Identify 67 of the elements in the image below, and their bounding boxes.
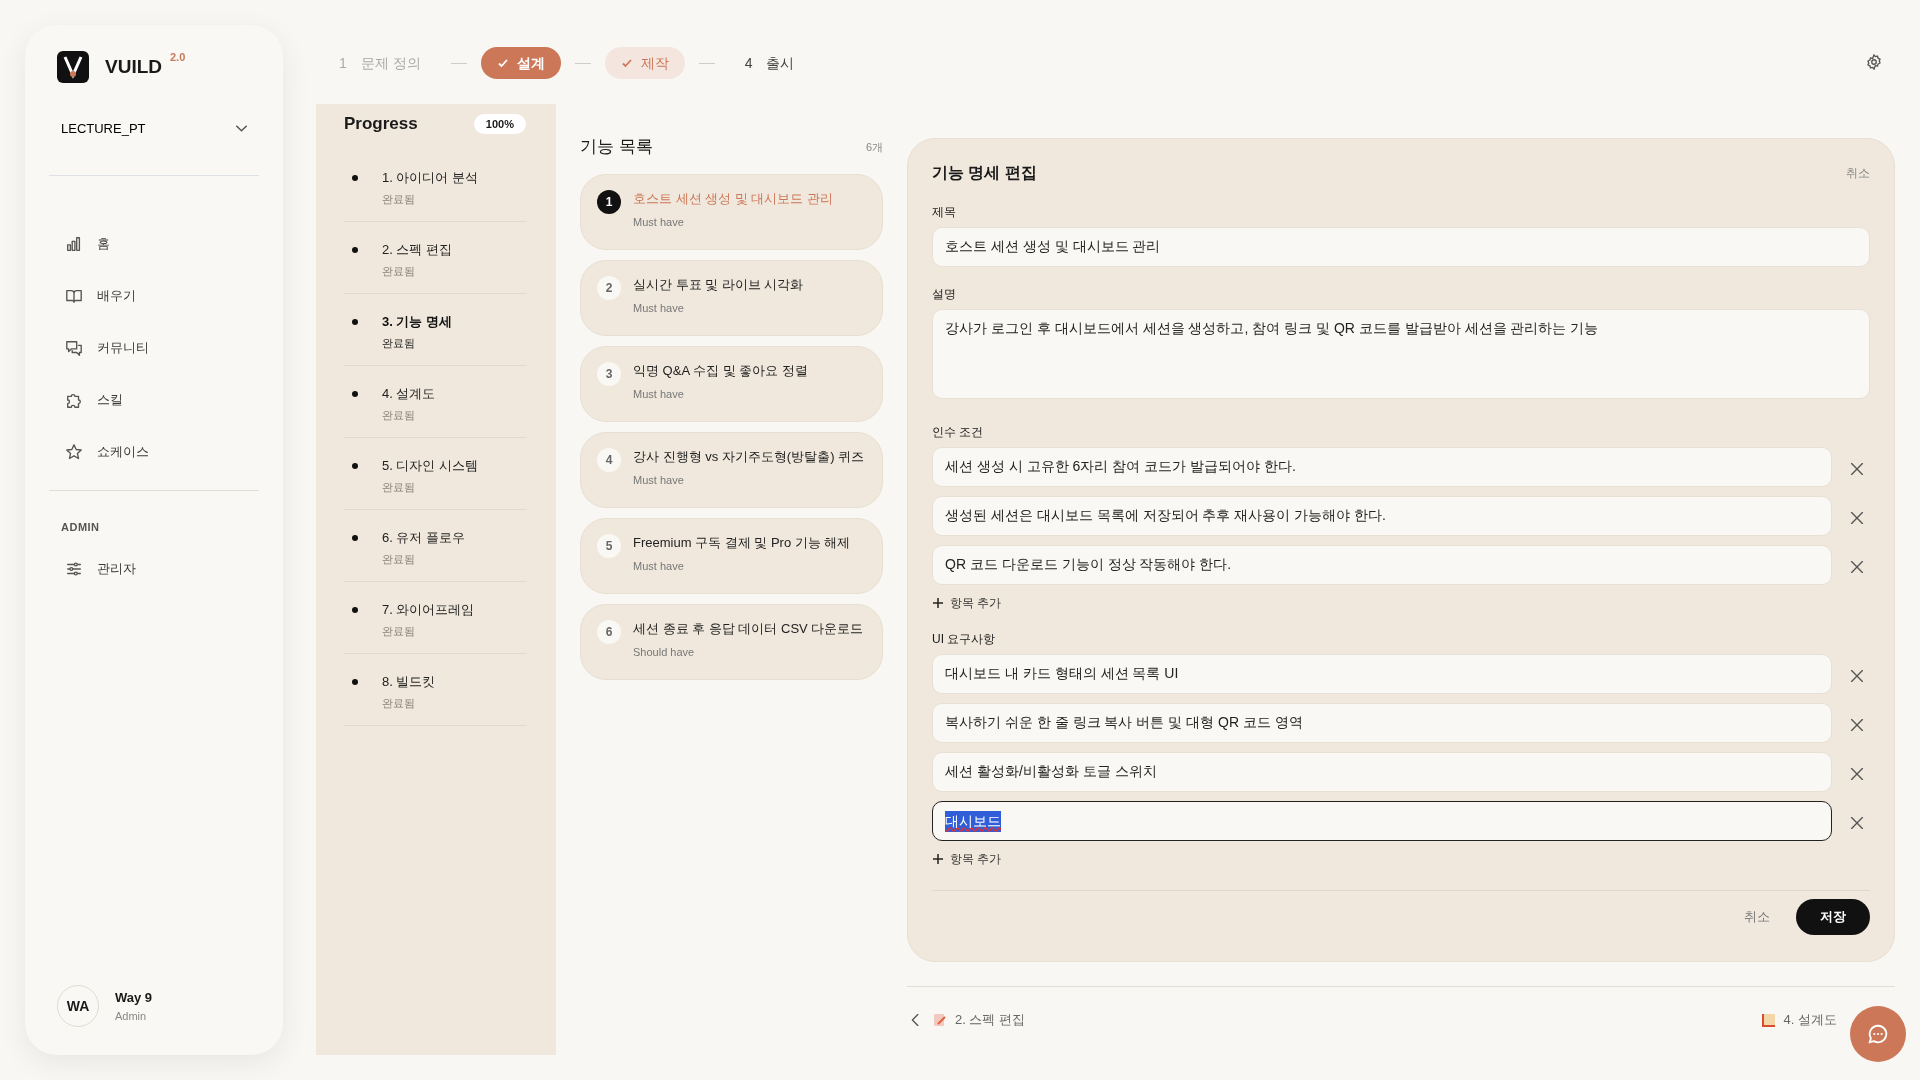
list-item-field[interactable]: 대시보드 내 카드 형태의 세션 목록 UI [932, 654, 1832, 694]
progress-step[interactable]: 1. 아이디어 분석 완료됨 [344, 150, 526, 222]
list-item-field[interactable]: 세션 활성화/비활성화 토글 스위치 [932, 752, 1832, 792]
check-icon [620, 57, 633, 69]
brand-name: VUILD [105, 54, 162, 79]
editor-title: 기능 명세 편집 [932, 163, 1037, 183]
feature-card[interactable]: 4 강사 진행형 vs 자기주도형(방탈출) 퀴즈 Must have [580, 431, 883, 508]
feature-card[interactable]: 1 호스트 세션 생성 및 대시보드 관리 Must have [580, 173, 883, 250]
list-item-field[interactable]: 세션 생성 시 고유한 6자리 참여 코드가 발급되어야 한다. [932, 447, 1832, 487]
field-label: UI 요구사항 [932, 631, 997, 648]
settings-icon [1865, 53, 1883, 72]
next-link[interactable]: 4. 설계도 [1761, 1009, 1837, 1030]
list-item-field[interactable]: 복사하기 쉬운 한 줄 링크 복사 버튼 및 대형 QR 코드 영역 [932, 703, 1832, 743]
chat-button[interactable] [1850, 1006, 1906, 1062]
field-label: 제목 [932, 204, 957, 221]
blueprint-icon [1761, 1012, 1776, 1027]
nav-item[interactable]: 쇼케이스 [49, 425, 259, 478]
progress-step[interactable]: 5. 디자인 시스템 완료됨 [344, 438, 526, 510]
description-field[interactable]: 강사가 로그인 후 대시보드에서 세션을 생성하고, 참여 링크 및 QR 코드를 발급받아 세션을 관리하는 기능 [932, 309, 1870, 399]
section-title: 기능 목록 [580, 136, 653, 158]
title-field[interactable]: 호스트 세션 생성 및 대시보드 관리 [932, 227, 1870, 267]
step-tab[interactable]: 4 출시 [728, 47, 811, 79]
list-item-field[interactable]: 생성된 세션은 대시보드 목록에 저장되어 추후 재사용이 가능해야 한다. [932, 496, 1832, 536]
list-item-field[interactable]: QR 코드 다운로드 기능이 정상 작동해야 한다. [932, 545, 1832, 585]
feature-card[interactable]: 6 세션 종료 후 응답 데이터 CSV 다운로드 Should have [580, 603, 883, 680]
user-name: Way 9 [115, 989, 153, 1007]
panel-title: Progress [344, 113, 418, 136]
nav-item[interactable]: 스킬 [49, 373, 259, 426]
save-button[interactable]: 저장 [1796, 899, 1870, 935]
check-icon [496, 57, 509, 69]
nav-item[interactable]: 홈 [49, 217, 259, 270]
percent-badge: 100% [473, 113, 526, 135]
previous-link[interactable]: 2. 스펙 편집 [907, 1009, 1026, 1030]
progress-step[interactable]: 6. 유저 플로우 완료됨 [344, 510, 526, 582]
chat-bubbles-icon [65, 338, 83, 357]
plus-icon [932, 853, 944, 865]
list-item-field[interactable]: 대시보드 [932, 801, 1832, 841]
cancel-button[interactable]: 취소 [1738, 906, 1776, 928]
star-icon [65, 442, 83, 461]
bar-chart-icon [65, 234, 83, 253]
progress-step[interactable]: 3. 기능 명세 완료됨 [344, 294, 526, 366]
progress-step[interactable]: 7. 와이어프레임 완료됨 [344, 582, 526, 654]
nav-item[interactable]: 커뮤니티 [49, 321, 259, 374]
user-role: Admin [115, 1008, 148, 1024]
chat-icon [1867, 1023, 1889, 1045]
add-item-button[interactable]: 항목 추가 [932, 594, 1002, 612]
progress-step[interactable]: 8. 빌드킷 완료됨 [344, 654, 526, 726]
field-label: 인수 조건 [932, 424, 985, 441]
document-icon [933, 1012, 947, 1027]
logo-icon [57, 51, 89, 83]
feature-card[interactable]: 3 익명 Q&A 수집 및 좋아요 정렬 Must have [580, 345, 883, 422]
field-label: 설명 [932, 286, 957, 303]
section-heading: ADMIN [60, 519, 101, 535]
project-selector[interactable]: LECTURE_PT [49, 83, 259, 176]
progress-step[interactable]: 4. 설계도 완료됨 [344, 366, 526, 438]
feature-card[interactable]: 2 실시간 투표 및 라이브 시각화 Must have [580, 259, 883, 336]
nav-item[interactable]: 관리자 [49, 543, 259, 595]
item-count: 6개 [865, 139, 883, 155]
feature-card[interactable]: 5 Freemium 구독 결제 및 Pro 기능 해제 Must have [580, 517, 883, 594]
progress-step[interactable]: 2. 스펙 편집 완료됨 [344, 222, 526, 294]
add-item-button[interactable]: 항목 추가 [932, 850, 1002, 868]
plus-icon [932, 597, 944, 609]
nav-item[interactable]: 배우기 [49, 269, 259, 322]
version-label: 2.0 [170, 49, 186, 65]
user-avatar: WA [57, 985, 99, 1027]
chevron-down-icon [236, 125, 247, 133]
sliders-icon [65, 560, 83, 578]
